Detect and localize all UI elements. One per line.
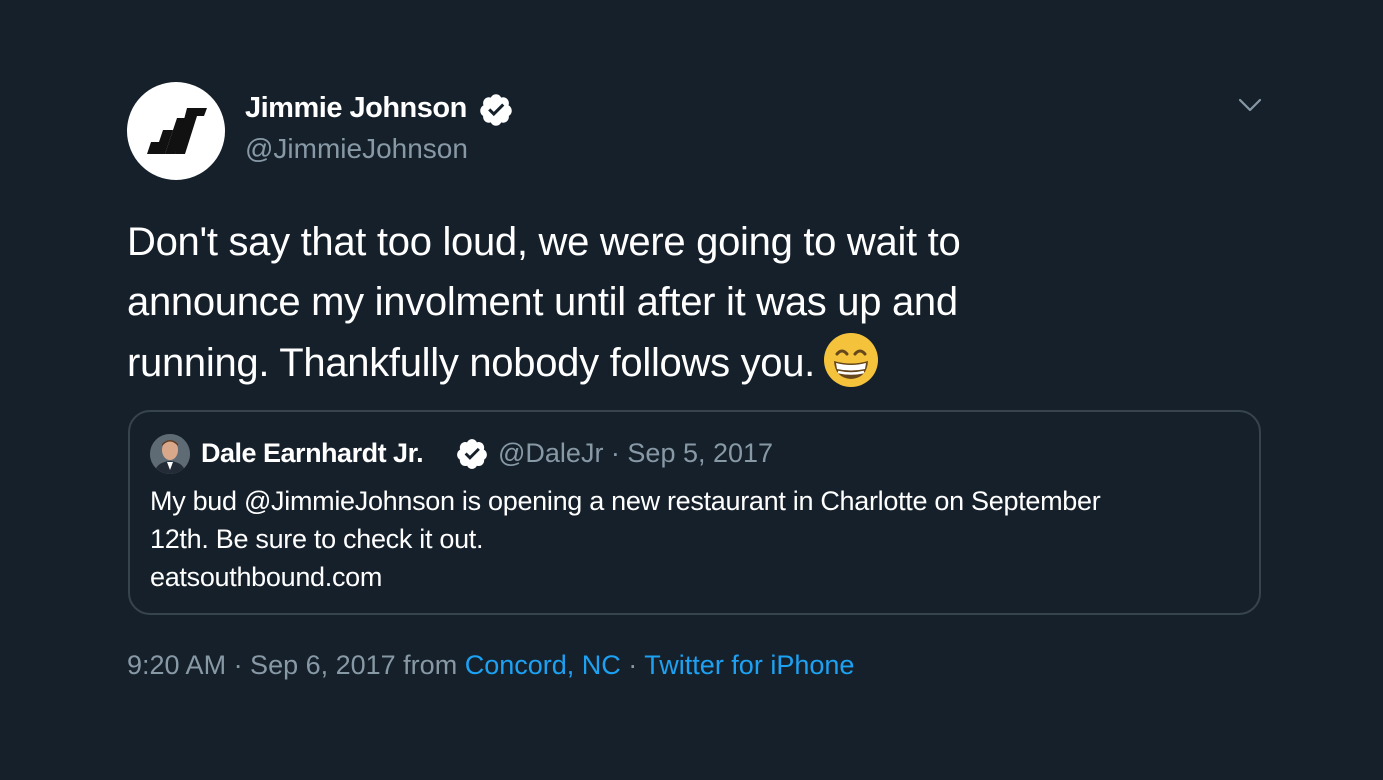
source-link[interactable]: Twitter for iPhone xyxy=(644,650,854,680)
location-link[interactable]: Concord, NC xyxy=(465,650,621,680)
dale-earnhardt-avatar-icon xyxy=(150,434,190,474)
tweet-timestamp[interactable]: 9:20 AM · Sep 6, 2017 from xyxy=(127,650,457,680)
author-name[interactable]: Jimmie Johnson xyxy=(245,92,467,125)
quoted-author-name[interactable]: Dale Earnhardt Jr. xyxy=(201,438,424,469)
grinning-face-emoji-icon xyxy=(824,333,878,387)
verified-badge-icon xyxy=(480,94,512,126)
quoted-handle-date[interactable]: @DaleJr · Sep 5, 2017 xyxy=(498,438,773,469)
meta-separator: · xyxy=(628,650,638,680)
author-avatar[interactable] xyxy=(127,82,225,180)
author-handle[interactable]: @JimmieJohnson xyxy=(245,133,468,165)
quoted-text-line: eatsouthbound.com xyxy=(150,562,383,592)
jimmie-johnson-logo-icon xyxy=(147,108,207,154)
tweet-card: Jimmie Johnson @JimmieJohnson Don't say … xyxy=(0,0,1383,780)
tweet-text-line-last: running. Thankfully nobody follows you. xyxy=(127,332,1147,393)
tweet-text: Don't say that too loud, we were going t… xyxy=(127,212,1147,393)
tweet-text-line: announce my involment until after it was… xyxy=(127,280,958,324)
tweet-text-line: running. Thankfully nobody follows you. xyxy=(127,341,815,385)
quoted-text-line: My bud @JimmieJohnson is opening a new r… xyxy=(150,486,1101,516)
tweet-meta: 9:20 AM · Sep 6, 2017 from Concord, NC ·… xyxy=(127,650,854,681)
quoted-author-avatar[interactable] xyxy=(150,434,190,474)
chevron-down-icon[interactable] xyxy=(1234,92,1266,120)
quoted-tweet[interactable]: Dale Earnhardt Jr. @DaleJr · Sep 5, 2017… xyxy=(128,410,1261,615)
quoted-text-line: 12th. Be sure to check it out. xyxy=(150,524,484,554)
tweet-text-line: Don't say that too loud, we were going t… xyxy=(127,220,961,264)
verified-badge-icon xyxy=(457,439,487,469)
quoted-tweet-text: My bud @JimmieJohnson is opening a new r… xyxy=(150,482,1240,596)
